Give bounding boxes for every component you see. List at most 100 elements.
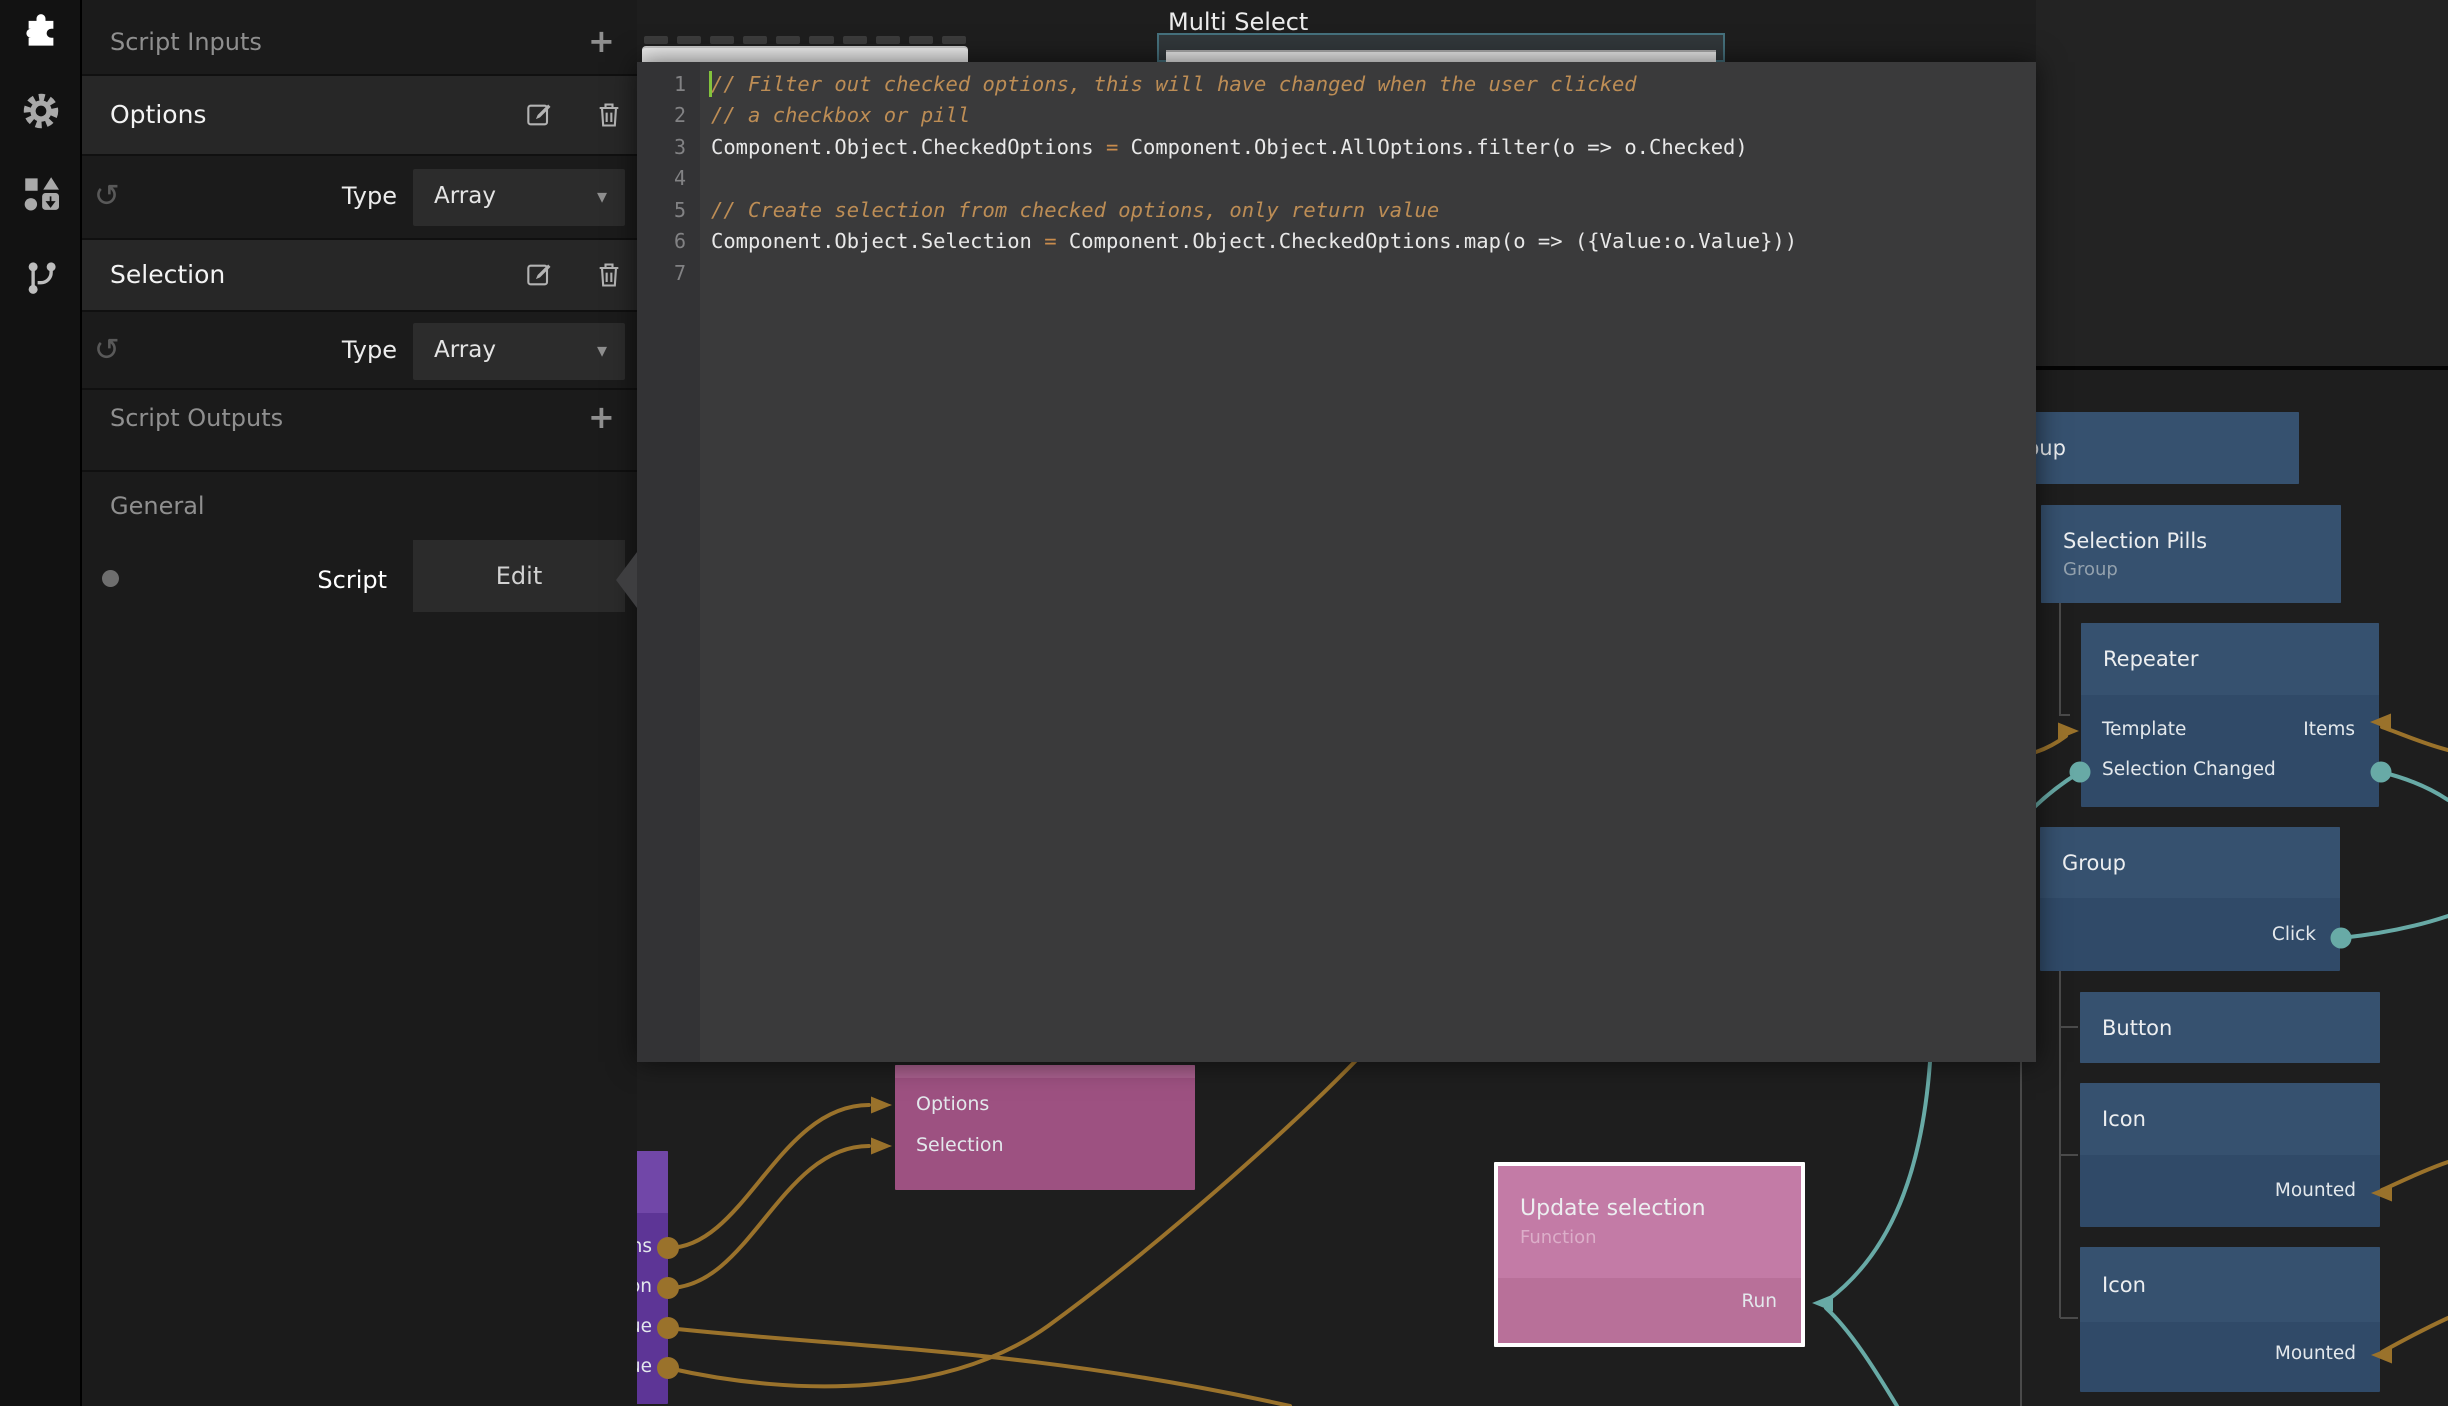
line-number: 2 [637,103,686,127]
script-label: Script [82,566,387,594]
code-line-2[interactable]: 2// a checkbox or pill [637,100,2036,132]
general-title: General [110,492,205,520]
edit-script-button[interactable]: Edit [413,540,625,612]
node-header: Update selection Function [1498,1166,1801,1278]
gear-icon[interactable] [22,92,60,130]
preview-pills-strip [644,36,966,44]
code-line-5[interactable]: 5// Create selection from checked option… [637,194,2036,226]
wire-multiselect-component-options-to-object-options[interactable] [668,1105,869,1248]
wire-arrowhead [871,1138,892,1155]
line-number: 1 [637,72,686,96]
node-header: Selection Pills Group [2041,505,2341,603]
node-header: Group [2040,827,2340,898]
script-inputs-title: Script Inputs [110,28,262,56]
code-editor[interactable]: 1// Filter out checked options, this wil… [637,62,2036,1062]
delete-input-icon[interactable] [596,101,622,133]
editor-popout-tail [616,552,637,608]
icon-sidebar [0,0,80,1406]
code-text: // Create selection from checked options… [686,198,1439,222]
add-script-input-button[interactable]: + [588,22,615,60]
graph-node-selection-pills[interactable]: Selection Pills Group [2041,505,2341,603]
wire-offscreen-right-to-icon-1-mounted[interactable] [2382,1162,2448,1190]
node-title: Selection Pills [2063,529,2319,553]
script-outputs-title: Script Outputs [110,404,283,432]
code-line-4[interactable]: 4 [637,163,2036,195]
preview-multiselect-input[interactable] [1157,33,1725,62]
wire-arrowhead [1812,1295,1833,1312]
wire-group-click-to-offscreen-right[interactable] [2341,916,2448,938]
type-label: Type [342,182,397,210]
reset-icon[interactable]: ↺ [94,332,120,368]
graph-node-icon-1[interactable]: Icon Mounted [2080,1083,2380,1227]
node-title: Repeater [2103,647,2357,671]
code-line-1[interactable]: 1// Filter out checked options, this wil… [637,68,2036,100]
type-value: Array [434,183,496,209]
input-type-row-options: ↺ Type Array ▾ [82,156,637,238]
code-line-6[interactable]: 6Component.Object.Selection = Component.… [637,226,2036,258]
node-header: Icon [2080,1083,2380,1155]
wire-offscreen-right-to-repeater-items[interactable] [2382,727,2448,750]
graph-node-repeater[interactable]: RepeaterTemplateItemsSelection Changed [2081,623,2379,807]
wire-offscreen-bottom-to-update-selection-run[interactable] [1826,1308,1897,1406]
hierarchy-line-0 [2060,603,2070,715]
chevron-down-icon: ▾ [597,184,607,208]
wire-multiselect-component-selection-to-object-selection[interactable] [668,1146,869,1288]
reset-icon[interactable]: ↺ [94,178,120,214]
preview-dropdown-panel [642,46,968,62]
input-port-label: Options [916,1093,989,1115]
input-port-label: Selection [916,1134,1004,1156]
chevron-down-icon: ▾ [597,338,607,362]
code-lines[interactable]: 1// Filter out checked options, this wil… [637,68,2036,289]
node-header: Icon [2080,1247,2380,1322]
graph-node-group[interactable]: GroupClick [2040,827,2340,971]
preview-canvas-divider [2036,366,2448,370]
puzzle-icon[interactable] [22,12,60,50]
graph-node-object[interactable]: Options Selection [895,1065,1195,1190]
code-line-7[interactable]: 7 [637,257,2036,289]
input-name-label: Selection [110,260,225,289]
wire-hidden-behind-editor-to-repeater-template[interactable] [2036,736,2066,752]
input-type-row-selection: ↺ Type Array ▾ [82,312,637,388]
wire-arrowhead [2058,723,2079,740]
wire-multiselect-component-value-to-offscreen-bottom[interactable] [668,1328,1290,1406]
node-title: Group [2002,436,2277,460]
input-port-label: Selection Changed [2102,759,2276,780]
input-row-selection[interactable]: Selection [82,240,637,310]
edit-input-icon[interactable] [526,261,554,293]
output-port-label: Items [2303,719,2355,740]
output-port-label: Mounted [2275,1180,2356,1201]
node-subtitle: Function [1520,1227,1779,1248]
node-subtitle: Group [2063,559,2319,580]
input-name-label: Options [110,100,206,129]
wire-arrowhead [871,1097,892,1114]
node-title: Icon [2102,1107,2358,1131]
type-dropdown-selection[interactable]: Array ▾ [413,323,625,380]
preview-area-background [2036,0,2448,366]
node-header: Repeater [2081,623,2379,695]
node-header: Button [2080,992,2380,1063]
node-title: Group [2062,851,2318,875]
add-script-output-button[interactable]: + [588,398,615,436]
graph-node-update-selection[interactable]: Update selectionFunctionRun [1494,1162,1805,1347]
node-title: Icon [2102,1273,2358,1297]
node-title: Button [2102,1016,2358,1040]
code-text: Component.Object.CheckedOptions = Compon… [686,135,1748,159]
git-branch-icon[interactable] [22,258,60,296]
shapes-icon[interactable] [22,174,60,212]
type-dropdown-options[interactable]: Array ▾ [413,169,625,226]
delete-input-icon[interactable] [596,261,622,293]
code-text: // Filter out checked options, this will… [686,72,1637,96]
edit-input-icon[interactable] [526,101,554,133]
output-port-label: Mounted [2275,1343,2356,1364]
type-value: Array [434,337,496,363]
wire-offscreen-right-to-icon-2-mounted[interactable] [2382,1318,2448,1352]
graph-node-button[interactable]: Button [2080,992,2380,1063]
node-title: Update selection [1520,1196,1779,1221]
graph-node-icon-2[interactable]: Icon Mounted [2080,1247,2380,1392]
wire-repeater-selection-changed-to-offscreen-right[interactable] [2381,772,2448,800]
line-number: 7 [637,261,686,285]
input-row-options[interactable]: Options [82,76,637,154]
preview-component-title: Multi Select [1168,8,1308,36]
text-cursor [709,71,712,97]
code-line-3[interactable]: 3Component.Object.CheckedOptions = Compo… [637,131,2036,163]
